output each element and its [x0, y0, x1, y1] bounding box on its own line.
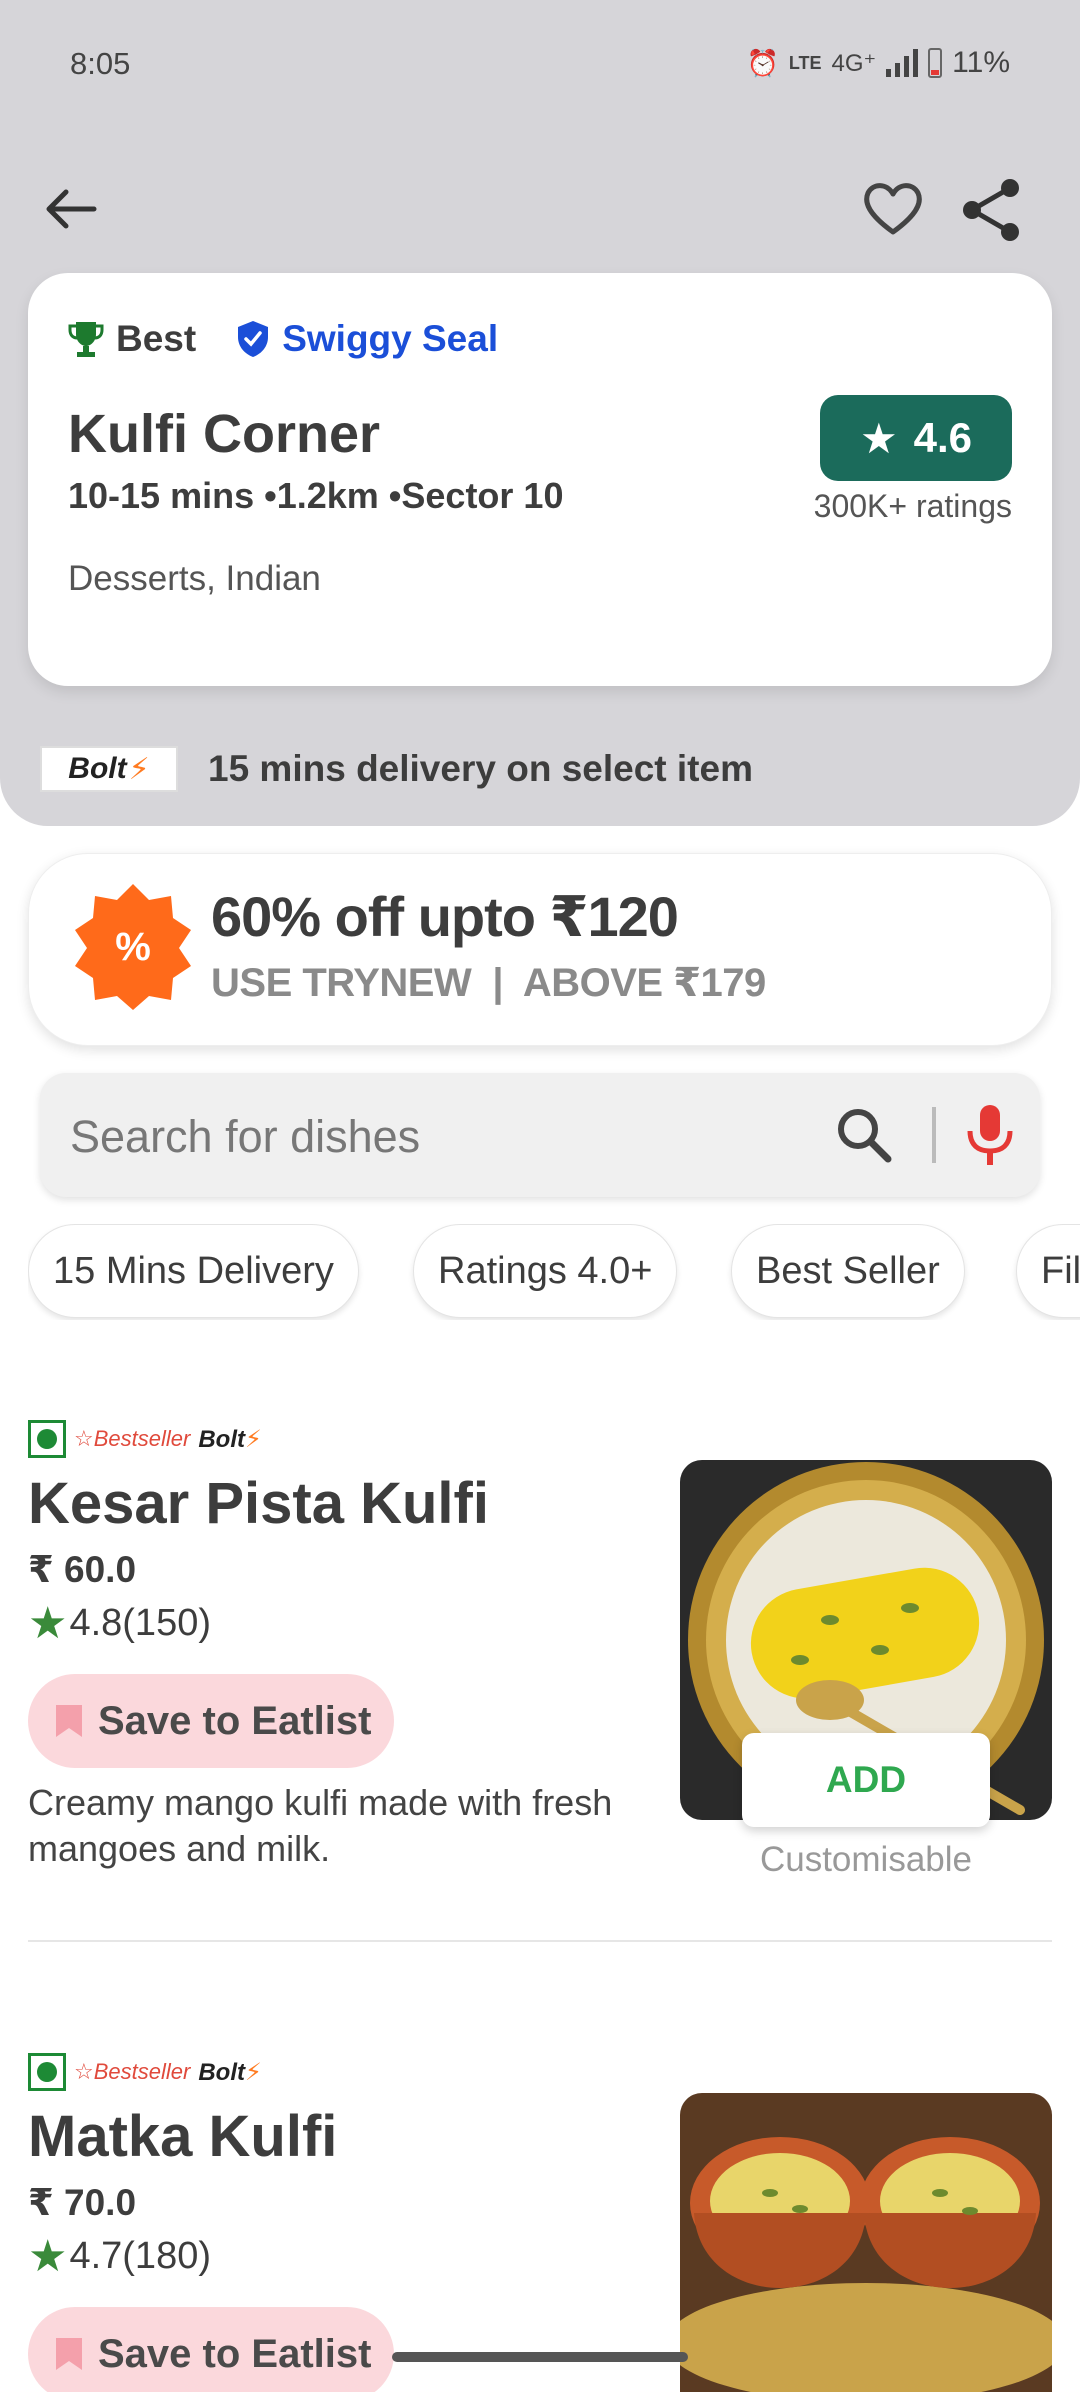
restaurant-meta[interactable]: 10-15 mins •1.2km •Sector 10 — [68, 475, 563, 517]
best-badge-label: Best — [116, 318, 197, 359]
dish-name: Kesar Pista Kulfi — [28, 1471, 489, 1536]
top-nav — [0, 170, 1080, 250]
back-button[interactable] — [36, 174, 106, 244]
share-button[interactable] — [956, 174, 1026, 244]
bolt-tag: Bolt⚡ — [198, 2058, 262, 2086]
offer-card[interactable]: % 60% off upto ₹120 USE TRYNEW | ABOVE ₹… — [28, 853, 1052, 1046]
filter-chip-best-seller[interactable]: Best Seller — [731, 1224, 965, 1318]
dish-tags: ☆Bestseller Bolt⚡ — [28, 2053, 262, 2091]
filter-chip-15-mins-delivery[interactable]: 15 Mins Delivery — [28, 1224, 359, 1318]
mic-icon[interactable] — [960, 1101, 1020, 1169]
dish-rating-value: 4.7(180) — [69, 2235, 211, 2277]
star-icon: ★ — [28, 1599, 68, 1648]
restaurant-badges: Best Swiggy Seal — [68, 318, 498, 360]
bookmark-icon — [56, 2338, 82, 2370]
battery-icon — [928, 48, 943, 78]
bookmark-icon — [56, 1705, 82, 1737]
dish-description: Creamy mango kulfi made with fresh mango… — [28, 1782, 613, 1869]
dish-price: ₹ 60.0 — [28, 1549, 137, 1590]
share-icon — [963, 179, 1019, 241]
filter-chips: 15 Mins Delivery Ratings 4.0+ Best Selle… — [28, 1224, 1080, 1320]
search-icon[interactable] — [832, 1103, 896, 1167]
dish-name: Matka Kulfi — [28, 2104, 338, 2169]
rating-badge[interactable]: ★ 4.6 — [820, 395, 1012, 481]
bolt-delivery-text: 15 mins delivery on select item — [208, 748, 753, 789]
filter-chip-ratings[interactable]: Ratings 4.0+ — [413, 1224, 678, 1318]
bolt-tag: Bolt⚡ — [198, 1425, 262, 1453]
back-arrow-icon — [46, 189, 97, 229]
status-time: 8:05 — [70, 46, 131, 81]
matka-kulfi-image — [680, 2093, 1052, 2392]
offer-subtitle: USE TRYNEW | ABOVE ₹179 — [211, 961, 766, 1005]
status-bar: 8:05 ⏰ LTE 4G⁺ 11% — [0, 0, 1080, 130]
dish-rating-value: 4.8(150) — [69, 1602, 211, 1644]
restaurant-name: Kulfi Corner — [68, 404, 381, 464]
swiggy-seal-label: Swiggy Seal — [282, 318, 499, 359]
home-indicator[interactable] — [392, 2352, 688, 2362]
volte-icon: LTE — [788, 52, 822, 73]
favorite-button[interactable] — [858, 174, 928, 244]
dish-rating: ★ 4.7(180) — [28, 2231, 211, 2282]
add-button[interactable]: ADD — [742, 1733, 990, 1827]
restaurant-info-card: Best Swiggy Seal Kulfi Corner 10-15 mins… — [28, 273, 1052, 686]
star-icon: ★ — [28, 2232, 68, 2281]
rating-value: 4.6 — [913, 414, 973, 461]
dish-price: ₹ 70.0 — [28, 2182, 137, 2223]
dish-tags: ☆Bestseller Bolt⚡ — [28, 1420, 262, 1458]
shield-icon — [238, 321, 269, 357]
rating-count[interactable]: 300K+ ratings — [814, 488, 1012, 525]
dish-search-bar[interactable]: Search for dishes — [40, 1073, 1040, 1197]
dish-divider — [28, 1940, 1052, 1942]
dish-image[interactable] — [680, 2093, 1052, 2392]
save-to-eatlist-label: Save to Eatlist — [98, 1698, 372, 1743]
veg-icon — [28, 1420, 66, 1458]
save-to-eatlist-label: Save to Eatlist — [98, 2331, 372, 2376]
status-indicators: ⏰ LTE 4G⁺ 11% — [746, 46, 1010, 80]
star-icon: ★ — [859, 414, 898, 462]
offer-title: 60% off upto ₹120 — [211, 885, 679, 948]
svg-text:%: % — [115, 925, 151, 969]
bolt-logo-text: Bolt — [68, 752, 127, 785]
best-badge: Best — [68, 318, 196, 360]
network-label: 4G⁺ — [831, 49, 877, 77]
signal-icon — [886, 49, 919, 77]
filter-chip-filter[interactable]: Filter — [1016, 1224, 1080, 1318]
bolt-logo: Bolt ⚡ — [40, 746, 178, 792]
restaurant-cuisine: Desserts, Indian — [68, 559, 321, 598]
swiggy-seal-badge[interactable]: Swiggy Seal — [236, 318, 498, 360]
dish-rating: ★ 4.8(150) — [28, 1598, 211, 1649]
trophy-icon — [68, 322, 104, 357]
bolt-zap-icon: ⚡ — [128, 752, 150, 786]
bestseller-tag: ☆Bestseller — [74, 2059, 191, 2084]
discount-badge-icon: % — [75, 884, 191, 1010]
save-to-eatlist-button[interactable]: Save to Eatlist — [28, 1674, 394, 1768]
save-to-eatlist-button[interactable]: Save to Eatlist — [28, 2307, 394, 2392]
alarm-icon: ⏰ — [746, 47, 779, 78]
bestseller-tag: ☆Bestseller — [74, 1426, 191, 1451]
search-divider — [932, 1107, 936, 1163]
search-input[interactable]: Search for dishes — [70, 1111, 420, 1163]
bolt-delivery-strip: Bolt ⚡ 15 mins delivery on select item — [40, 746, 753, 792]
battery-percent: 11% — [952, 46, 1010, 79]
heart-icon — [864, 183, 922, 235]
customisable-label: Customisable — [759, 1840, 973, 1879]
veg-icon — [28, 2053, 66, 2091]
